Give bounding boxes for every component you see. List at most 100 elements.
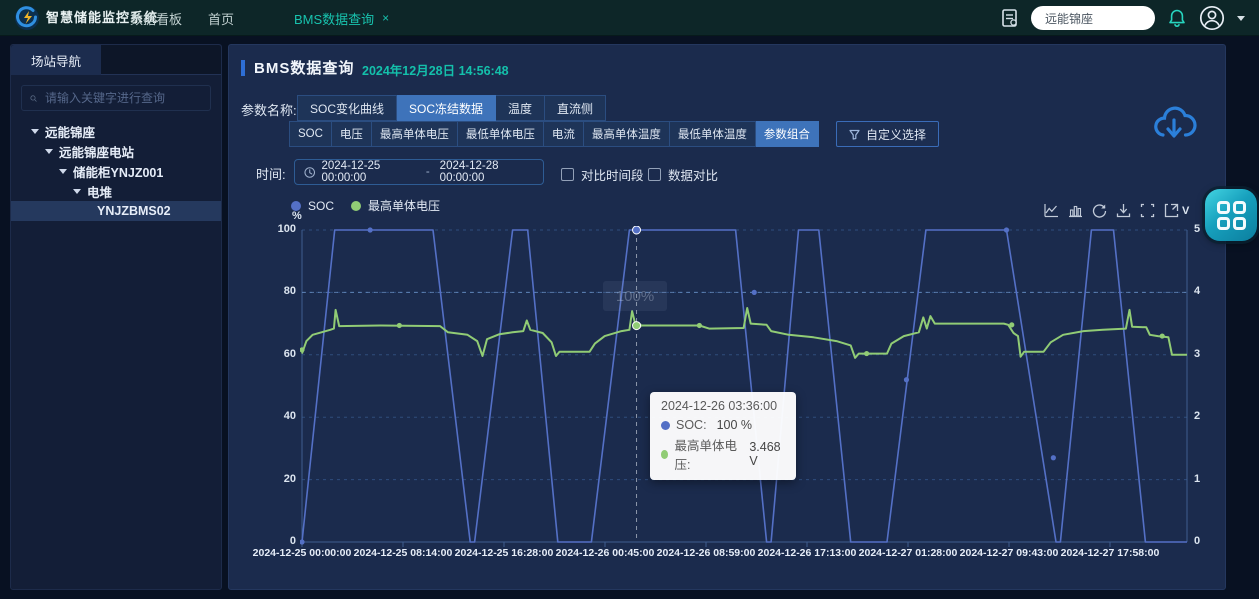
tooltip-timestamp: 2024-12-26 03:36:00 xyxy=(661,399,785,413)
sidebar-header: 场站导航 xyxy=(11,45,221,75)
top-menu: 数据看板 首页 xyxy=(130,0,234,36)
left-axis-unit: % xyxy=(292,210,302,222)
switch-to-line-icon[interactable] xyxy=(1044,203,1059,218)
y-axis-tick: 1 xyxy=(1194,473,1200,485)
y-axis-tick: 5 xyxy=(1194,223,1200,235)
chart-toolbox xyxy=(1044,203,1179,218)
checkbox-icon[interactable] xyxy=(648,168,661,181)
tab-bms-query[interactable]: BMS数据查询 × xyxy=(294,0,389,36)
export-download-cloud-icon[interactable] xyxy=(1150,102,1198,150)
param-tab-temperature[interactable]: 温度 xyxy=(496,95,545,121)
app-window: 智慧储能监控系统 数据看板 首页 BMS数据查询 × xyxy=(0,0,1259,599)
quick-panel-button[interactable] xyxy=(1205,189,1257,241)
top-bar: 智慧储能监控系统 数据看板 首页 BMS数据查询 × xyxy=(0,0,1259,36)
menu-item-dashboard[interactable]: 数据看板 xyxy=(130,9,182,28)
tree-expand-icon[interactable] xyxy=(31,129,39,134)
station-search-input[interactable] xyxy=(1043,10,1143,26)
soc-series-dot xyxy=(661,421,670,430)
y-axis-tick: 60 xyxy=(252,348,296,360)
user-menu-caret-icon[interactable] xyxy=(1237,16,1245,21)
title-accent-bar xyxy=(241,60,245,76)
tree-expand-icon[interactable] xyxy=(73,189,81,194)
sub-tab-param-combo[interactable]: 参数组合 xyxy=(756,121,819,147)
time-start-value[interactable]: 2024-12-25 00:00:00 xyxy=(321,160,415,184)
switch-to-bar-icon[interactable] xyxy=(1068,203,1083,218)
time-label: 时间: xyxy=(256,164,286,183)
param-tab-group: SOC变化曲线 SOC冻结数据 温度 直流侧 xyxy=(297,95,606,121)
tree-node-cabinet[interactable]: 储能柜YNJZ001 xyxy=(11,161,221,181)
tree-node-site[interactable]: 远能锦座 xyxy=(11,121,221,141)
y-axis-tick: 4 xyxy=(1194,285,1200,297)
compare-data-checkbox[interactable]: 数据对比 xyxy=(648,165,718,184)
y-axis-tick: 40 xyxy=(252,410,296,422)
legend-voltage-label[interactable]: 最高单体电压 xyxy=(368,197,440,214)
app-logo-icon xyxy=(14,5,40,31)
y-axis-tick: 2 xyxy=(1194,410,1200,422)
sub-tab-group: SOC 电压 最高单体电压 最低单体电压 电流 最高单体温度 最低单体温度 参数… xyxy=(289,121,819,147)
current-datetime: 2024年12月28日 14:56:48 xyxy=(362,60,509,79)
sub-tab-min-cell-voltage[interactable]: 最低单体电压 xyxy=(458,121,544,147)
x-axis-tick: 2024-12-25 00:00:00 xyxy=(247,547,357,559)
close-tab-icon[interactable]: × xyxy=(382,11,389,25)
param-name-label: 参数名称: xyxy=(241,100,297,119)
restore-icon[interactable] xyxy=(1092,203,1107,218)
save-as-image-icon[interactable] xyxy=(1116,203,1131,218)
y-axis-tick: 20 xyxy=(252,473,296,485)
voltage-series-dot xyxy=(661,450,668,459)
x-axis-tick: 2024-12-25 08:14:00 xyxy=(348,547,458,559)
x-axis-tick: 2024-12-26 00:45:00 xyxy=(550,547,660,559)
sub-tab-voltage[interactable]: 电压 xyxy=(332,121,372,147)
y-axis-tick: 0 xyxy=(252,535,296,547)
time-end-value[interactable]: 2024-12-28 00:00:00 xyxy=(440,160,534,184)
station-tree: 远能锦座 远能锦座电站 储能柜YNJZ001 电堆 YNJZBMS02 xyxy=(11,121,221,221)
menu-item-home[interactable]: 首页 xyxy=(208,9,234,28)
user-avatar-icon[interactable] xyxy=(1199,5,1225,31)
date-range-picker[interactable]: 2024-12-25 00:00:00 - 2024-12-28 00:00:0… xyxy=(294,159,544,185)
notification-bell-icon[interactable] xyxy=(1167,8,1187,28)
compare-timerange-checkbox[interactable]: 对比时间段 xyxy=(561,165,644,184)
page-title: BMS数据查询 xyxy=(254,57,354,78)
chart-legend: SOC 最高单体电压 xyxy=(291,197,450,214)
report-document-icon[interactable] xyxy=(1001,8,1019,28)
param-tab-soc-curve[interactable]: SOC变化曲线 xyxy=(297,95,397,121)
sub-tab-current[interactable]: 电流 xyxy=(544,121,584,147)
x-axis-tick: 2024-12-26 08:59:00 xyxy=(651,547,761,559)
tree-node-bms-selected[interactable]: YNJZBMS02 xyxy=(11,201,221,221)
axis-pointer-label: 100% xyxy=(603,281,667,311)
sidebar-search[interactable] xyxy=(21,85,211,111)
right-axis-unit: V xyxy=(1182,205,1189,217)
param-tab-dc-side[interactable]: 直流侧 xyxy=(545,95,606,121)
bms-line-chart[interactable] xyxy=(300,226,1191,548)
tooltip-row-soc: SOC: 100 % xyxy=(661,418,785,432)
checkbox-icon[interactable] xyxy=(561,168,574,181)
custom-select-button[interactable]: 自定义选择 xyxy=(836,121,939,147)
tree-expand-icon[interactable] xyxy=(59,169,67,174)
data-zoom-reset-icon[interactable] xyxy=(1164,203,1179,218)
sub-tab-min-cell-temp[interactable]: 最低单体温度 xyxy=(670,121,756,147)
clock-icon xyxy=(304,166,315,179)
legend-soc-label[interactable]: SOC xyxy=(308,199,334,213)
legend-voltage-marker[interactable] xyxy=(351,201,361,211)
tree-node-stack[interactable]: 电堆 xyxy=(11,181,221,201)
sub-tab-max-cell-temp[interactable]: 最高单体温度 xyxy=(584,121,670,147)
tree-expand-icon[interactable] xyxy=(45,149,53,154)
param-tab-soc-frozen[interactable]: SOC冻结数据 xyxy=(397,95,496,121)
filter-funnel-icon xyxy=(849,129,860,140)
tooltip-row-voltage: 最高单体电压: 3.468 V xyxy=(661,435,785,473)
sidebar-search-input[interactable] xyxy=(43,90,202,106)
x-axis-tick: 2024-12-27 01:28:00 xyxy=(853,547,963,559)
x-axis-tick: 2024-12-25 16:28:00 xyxy=(449,547,559,559)
sub-tab-soc[interactable]: SOC xyxy=(289,121,332,147)
y-axis-tick: 100 xyxy=(252,223,296,235)
station-sidebar: 场站导航 远能锦座 远能锦座电站 储能柜YNJZ001 电堆 YNJZBMS02 xyxy=(10,44,222,590)
data-zoom-icon[interactable] xyxy=(1140,203,1155,218)
legend-soc-marker[interactable] xyxy=(291,201,301,211)
grid-apps-icon xyxy=(1217,201,1246,230)
tree-node-plant[interactable]: 远能锦座电站 xyxy=(11,141,221,161)
search-icon xyxy=(30,92,37,105)
sub-tab-max-cell-voltage[interactable]: 最高单体电压 xyxy=(372,121,458,147)
sidebar-tab-station-nav[interactable]: 场站导航 xyxy=(11,45,101,75)
x-axis-tick: 2024-12-27 09:43:00 xyxy=(954,547,1064,559)
station-search-box[interactable] xyxy=(1031,6,1155,30)
chart-tooltip: 2024-12-26 03:36:00 SOC: 100 % 最高单体电压: 3… xyxy=(650,392,796,480)
